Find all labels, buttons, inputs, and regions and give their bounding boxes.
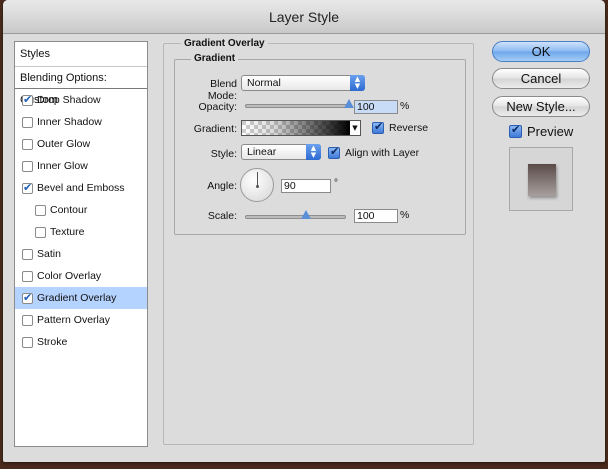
style-item-gradient-overlay[interactable]: Gradient Overlay [15, 287, 147, 309]
preview-checkbox[interactable]: Preview [509, 123, 574, 139]
style-item-label: Stroke [37, 336, 68, 348]
scale-label: Scale: [207, 210, 237, 222]
style-item-inner-glow[interactable]: Inner Glow [15, 155, 147, 177]
style-checkbox[interactable] [22, 270, 33, 282]
style-item-label: Drop Shadow [37, 94, 101, 106]
style-checkbox[interactable] [22, 291, 33, 304]
scale-slider-thumb[interactable] [300, 210, 311, 219]
gradient-overlay-title: Gradient Overlay [181, 38, 268, 49]
style-item-label: Outer Glow [37, 138, 91, 150]
style-item-outer-glow[interactable]: Outer Glow [15, 133, 147, 155]
opacity-slider-track[interactable] [245, 104, 349, 108]
window-title: Layer Style [268, 9, 340, 25]
style-item-pattern-overlay[interactable]: Pattern Overlay [15, 309, 147, 331]
gradient-preview-swatch[interactable] [241, 120, 351, 136]
style-item-contour[interactable]: Contour [15, 199, 147, 221]
reverse-label: Reverse [389, 122, 429, 134]
styles-list: Styles Blending Options: Custom Drop Sha… [14, 41, 148, 447]
style-checkbox[interactable] [22, 160, 33, 172]
align-check-icon [328, 145, 340, 159]
opacity-input[interactable]: 100 [354, 100, 398, 114]
scale-input[interactable]: 100 [354, 209, 398, 223]
style-select[interactable]: Linear ▲ ▼ [241, 144, 321, 160]
style-item-texture[interactable]: Texture [15, 221, 147, 243]
style-item-color-overlay[interactable]: Color Overlay [15, 265, 147, 287]
opacity-slider-thumb[interactable] [344, 99, 354, 108]
preview-label: Preview [527, 124, 574, 139]
new-style-button[interactable]: New Style... [492, 96, 590, 117]
scale-slider-track[interactable] [245, 215, 346, 219]
blending-options-item[interactable]: Blending Options: Custom [15, 67, 147, 106]
style-item-satin[interactable]: Satin [15, 243, 147, 265]
style-checkbox[interactable] [35, 226, 46, 238]
select-arrows-icon: ▲ ▼ [306, 144, 321, 160]
style-label: Style: [210, 148, 237, 160]
align-with-layer-checkbox[interactable]: Align with Layer [328, 145, 420, 159]
preview-check-icon [509, 123, 522, 138]
angle-input[interactable]: 90 [281, 179, 331, 193]
styles-header[interactable]: Styles [15, 42, 147, 67]
style-item-inner-shadow[interactable]: Inner Shadow [15, 111, 147, 133]
style-item-label: Contour [50, 204, 88, 216]
style-checkbox[interactable] [22, 138, 33, 150]
style-item-label: Inner Shadow [37, 116, 102, 128]
style-value: Linear [247, 146, 277, 158]
preview-swatch [528, 164, 556, 196]
style-item-label: Gradient Overlay [37, 292, 117, 304]
select-arrows-icon: ▲ ▼ [350, 75, 365, 91]
angle-dial[interactable] [240, 168, 274, 202]
style-checkbox[interactable] [22, 116, 33, 128]
style-item-label: Texture [50, 226, 85, 238]
preview-thumbnail [509, 147, 573, 211]
angle-label: Angle: [207, 180, 237, 192]
style-checkbox[interactable] [22, 336, 33, 348]
style-item-label: Inner Glow [37, 160, 88, 172]
style-item-label: Color Overlay [37, 270, 102, 282]
style-checkbox[interactable] [35, 204, 46, 216]
scale-unit: % [400, 209, 410, 221]
angle-degree-unit: ° [334, 178, 338, 189]
reverse-checkbox[interactable]: Reverse [372, 120, 429, 134]
style-item-stroke[interactable]: Stroke [15, 331, 147, 353]
gradient-subgroup-title: Gradient [191, 53, 239, 64]
style-checkbox[interactable] [22, 181, 33, 194]
style-items: Drop Shadow Inner Shadow Outer Glow Inner G… [15, 89, 147, 353]
gradient-label: Gradient: [193, 123, 237, 135]
style-checkbox[interactable] [22, 93, 33, 106]
cancel-button[interactable]: Cancel [492, 68, 590, 89]
angle-center-dot [256, 185, 259, 188]
title-bar[interactable]: Layer Style [3, 0, 605, 34]
align-label: Align with Layer [345, 147, 420, 159]
style-item-label: Satin [37, 248, 61, 260]
style-item-label: Pattern Overlay [37, 314, 110, 326]
opacity-unit: % [400, 100, 410, 112]
reverse-check-icon [372, 120, 384, 134]
blend-mode-select[interactable]: Normal ▲ ▼ [241, 75, 365, 91]
blend-mode-value: Normal [247, 77, 281, 89]
blend-mode-label: Blend Mode: [207, 78, 237, 102]
opacity-label: Opacity: [198, 101, 237, 113]
ok-button[interactable]: OK [492, 41, 590, 62]
style-checkbox[interactable] [22, 314, 33, 326]
angle-needle [257, 172, 258, 186]
style-item-bevel-and-emboss[interactable]: Bevel and Emboss [15, 177, 147, 199]
style-checkbox[interactable] [22, 248, 33, 260]
style-item-label: Bevel and Emboss [37, 182, 125, 194]
gradient-dropdown-icon[interactable]: ▼ [350, 120, 361, 136]
